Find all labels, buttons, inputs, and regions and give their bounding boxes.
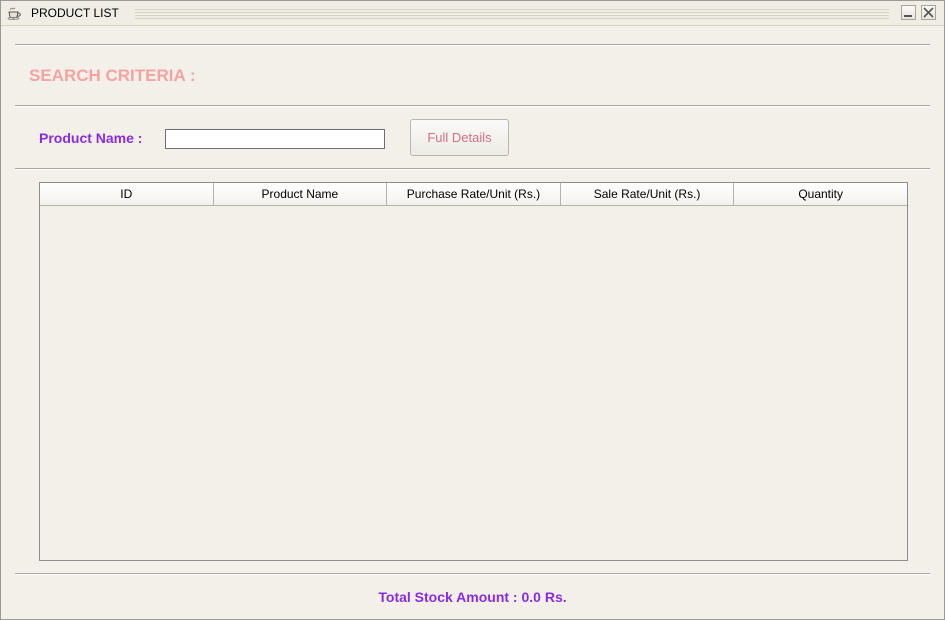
product-name-label: Product Name : bbox=[39, 130, 143, 146]
table-header: ID Product Name Purchase Rate/Unit (Rs.)… bbox=[40, 183, 907, 206]
title-grip bbox=[135, 9, 889, 19]
column-header-purchase-rate[interactable]: Purchase Rate/Unit (Rs.) bbox=[387, 183, 561, 205]
table-body[interactable] bbox=[40, 206, 907, 560]
column-header-product-name[interactable]: Product Name bbox=[214, 183, 388, 205]
top-separator bbox=[15, 44, 930, 46]
minimize-icon[interactable] bbox=[901, 5, 916, 20]
column-header-id[interactable]: ID bbox=[40, 183, 214, 205]
product-list-window: PRODUCT LIST SEARCH CRITERIA : Product N… bbox=[0, 0, 945, 620]
total-stock-amount: Total Stock Amount : 0.0 Rs. bbox=[378, 589, 567, 605]
product-name-input[interactable] bbox=[165, 129, 385, 149]
footer-separator bbox=[15, 573, 930, 575]
full-details-button[interactable]: Full Details bbox=[410, 119, 509, 156]
column-header-sale-rate[interactable]: Sale Rate/Unit (Rs.) bbox=[561, 183, 735, 205]
search-separator bbox=[15, 105, 930, 107]
close-icon[interactable] bbox=[921, 5, 936, 20]
product-table[interactable]: ID Product Name Purchase Rate/Unit (Rs.)… bbox=[39, 182, 908, 561]
window-title: PRODUCT LIST bbox=[31, 6, 119, 20]
title-bar[interactable]: PRODUCT LIST bbox=[1, 1, 944, 26]
search-criteria-heading: SEARCH CRITERIA : bbox=[29, 66, 196, 85]
column-header-quantity[interactable]: Quantity bbox=[734, 183, 907, 205]
coffee-cup-icon bbox=[7, 6, 23, 20]
form-separator bbox=[15, 168, 930, 170]
